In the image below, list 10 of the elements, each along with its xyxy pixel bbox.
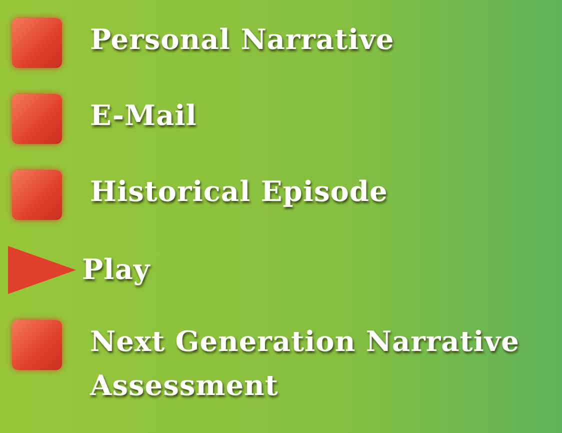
- square-icon: [12, 18, 62, 68]
- menu-item[interactable]: Next Generation Narrative Assessment: [90, 320, 560, 408]
- triangle-icon: [8, 246, 76, 294]
- menu-item[interactable]: Personal Narrative: [90, 18, 560, 62]
- menu-item[interactable]: Play: [82, 248, 552, 292]
- square-icon: [12, 170, 62, 220]
- square-icon: [12, 94, 62, 144]
- square-icon: [12, 320, 62, 370]
- menu-item[interactable]: E-Mail: [90, 94, 560, 138]
- menu-item[interactable]: Historical Episode: [90, 170, 560, 214]
